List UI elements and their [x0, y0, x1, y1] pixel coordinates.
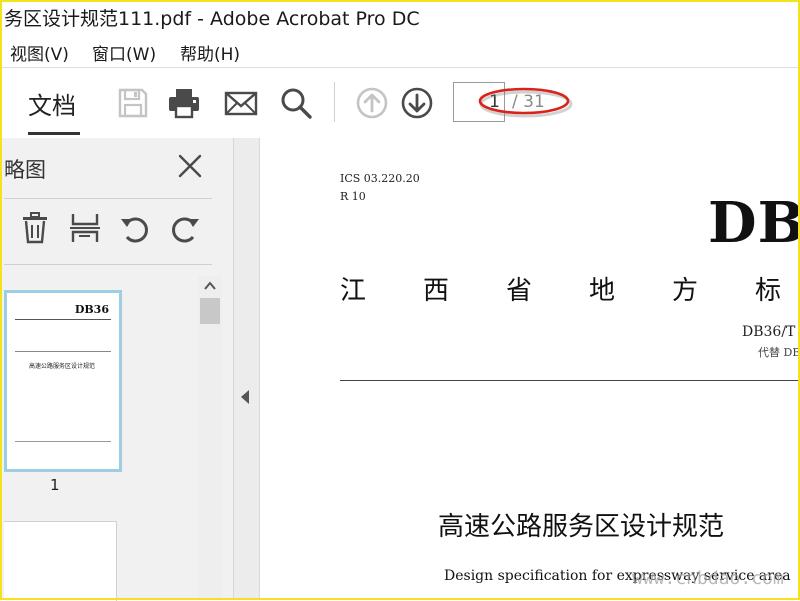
standard-prefix: DB	[708, 190, 800, 256]
save-icon[interactable]	[116, 86, 150, 120]
collapse-left-icon[interactable]	[238, 388, 252, 406]
page-thumbnail[interactable]: DB36 高速公路服务区设计规范	[4, 290, 122, 472]
menu-view[interactable]: 视图(V)	[10, 40, 69, 65]
scroll-thumb[interactable]	[200, 298, 220, 324]
watermark: www.cnbdao.com	[632, 568, 784, 589]
panel-title: 略图	[4, 158, 46, 182]
page-down-icon[interactable]	[400, 86, 434, 120]
document-title-cn: 高速公路服务区设计规范	[438, 512, 725, 542]
toolbar: 文档 / 31	[0, 67, 800, 139]
menu-bar: 视图(V) 窗口(W) 帮助(H)	[0, 36, 800, 66]
menu-window[interactable]: 窗口(W)	[92, 40, 156, 65]
menu-help[interactable]: 帮助(H)	[180, 40, 240, 65]
document-viewer[interactable]: ICS 03.220.20 R 10 DB 江西省地方标 DB36/T 代替 D…	[260, 138, 800, 600]
header-rule	[340, 380, 800, 381]
email-icon[interactable]	[224, 86, 258, 120]
print-icon[interactable]	[167, 86, 201, 120]
panel-collapse-rail[interactable]	[234, 138, 260, 600]
delete-icon[interactable]	[18, 211, 52, 245]
thumbnail-line	[15, 319, 111, 320]
chevron-up-icon[interactable]	[202, 278, 218, 294]
thumbnail-db: DB36	[74, 303, 109, 316]
undo-icon[interactable]	[118, 211, 152, 245]
red-circle-annotation-icon	[478, 87, 573, 118]
thumbnail-line	[15, 351, 111, 352]
panel-divider	[4, 198, 212, 199]
extract-icon[interactable]	[68, 211, 102, 245]
thumbnail-title: 高速公路服务区设计规范	[29, 363, 96, 370]
replaces-note: 代替 DB	[758, 346, 800, 359]
classification-code: R 10	[340, 190, 366, 203]
close-icon[interactable]	[176, 152, 204, 180]
active-tab-indicator	[28, 132, 80, 135]
window-title: 务区设计规范111.pdf - Adobe Acrobat Pro DC	[4, 8, 420, 30]
panel-divider-2	[4, 264, 212, 265]
title-bar: 务区设计规范111.pdf - Adobe Acrobat Pro DC	[0, 0, 800, 34]
standard-number: DB36/T	[742, 324, 796, 340]
pdf-page: ICS 03.220.20 R 10 DB 江西省地方标 DB36/T 代替 D…	[260, 138, 800, 600]
ics-code: ICS 03.220.20	[340, 172, 420, 185]
next-thumbnail-stub[interactable]	[4, 521, 117, 601]
thumbnail-line	[15, 441, 111, 442]
redo-icon[interactable]	[168, 211, 202, 245]
tab-document[interactable]: 文档	[28, 86, 76, 121]
province-heading: 江西省地方标	[340, 276, 800, 306]
thumbnail-scrollbar[interactable]	[198, 276, 222, 600]
search-icon[interactable]	[279, 86, 313, 120]
thumbnails-panel: 略图 DB36 高速公路服务区设计规范 1	[0, 138, 234, 601]
toolbar-separator	[334, 82, 335, 122]
page-up-icon[interactable]	[355, 86, 389, 120]
thumbnail-page-label: 1	[50, 476, 60, 494]
